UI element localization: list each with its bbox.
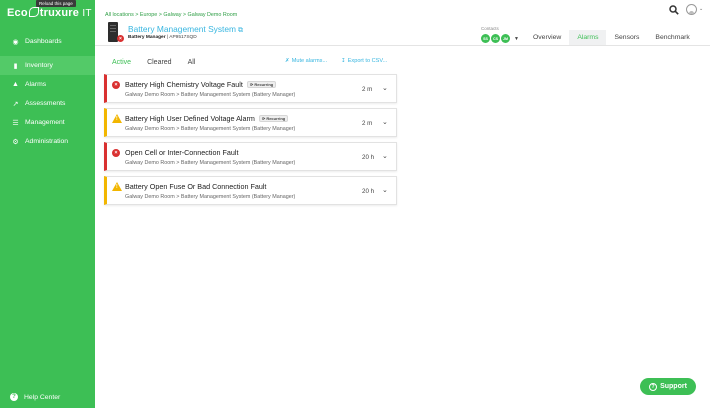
alarm-title: Battery Open Fuse Or Bad Connection Faul…	[125, 182, 267, 191]
sidebar-item-dashboards[interactable]: ◉ Dashboards	[0, 32, 95, 51]
alarm-path: Galway Demo Room > Battery Management Sy…	[125, 92, 296, 98]
search-icon[interactable]	[669, 5, 679, 15]
critical-icon: ×	[112, 81, 120, 89]
export-csv-link[interactable]: ↧ Export to CSV...	[341, 58, 387, 64]
alarm-title: Battery High Chemistry Voltage Fault	[125, 80, 243, 89]
alarm-card[interactable]: × Battery High Chemistry Voltage Fault ⟳ …	[104, 74, 397, 103]
warning-icon: !	[112, 114, 122, 123]
chevron-down-icon[interactable]: ⌄	[382, 186, 388, 194]
inventory-icon: ▮	[13, 62, 18, 70]
sidebar-nav: ◉ Dashboards ▮ Inventory ▲ Alarms ↗ Asse…	[0, 32, 95, 151]
alarm-path: Galway Demo Room > Battery Management Sy…	[125, 194, 296, 200]
question-icon: ?	[10, 393, 18, 401]
tab-active[interactable]: Active	[104, 59, 139, 66]
contacts-dropdown[interactable]: SS CS JM ▼	[481, 34, 519, 43]
reload-tooltip: Reload this page	[36, 0, 76, 7]
tab-alarms[interactable]: Alarms	[569, 30, 607, 45]
sidebar-item-label: Management	[25, 119, 65, 126]
alarm-path: Galway Demo Room > Battery Management Sy…	[125, 160, 296, 166]
logo-swirl-icon	[28, 7, 39, 17]
contact-avatar: CS	[491, 34, 500, 43]
warning-icon: ▲	[12, 81, 19, 88]
sidebar-item-label: Dashboards	[25, 38, 62, 45]
sidebar-item-administration[interactable]: ⚙ Administration	[0, 132, 95, 151]
alarm-path: Galway Demo Room > Battery Management Sy…	[125, 126, 296, 132]
alarm-title: Battery High User Defined Voltage Alarm	[125, 114, 255, 123]
help-center-link[interactable]: ? Help Center	[10, 393, 60, 401]
alarm-time: 2 m	[362, 86, 373, 93]
app-logo[interactable]: Eco truxure IT	[7, 7, 92, 19]
help-center-label: Help Center	[24, 393, 61, 401]
dashboard-icon: ◉	[12, 38, 19, 46]
chevron-down-icon: ▼	[514, 35, 519, 42]
device-tabs: Overview Alarms Sensors Benchmark	[525, 30, 698, 45]
alarm-time: 2 m	[362, 120, 373, 127]
support-button[interactable]: ? Support	[640, 378, 696, 395]
question-icon: ?	[649, 382, 658, 391]
chevron-down-icon[interactable]: ⌄	[382, 118, 388, 126]
tab-all[interactable]: All	[180, 59, 204, 66]
chevron-down-icon[interactable]: ⌄	[382, 152, 388, 160]
list-icon: ☰	[12, 119, 19, 127]
sidebar-item-label: Assessments	[25, 100, 66, 107]
recurring-badge: ⟳ Recurring	[258, 115, 289, 122]
breadcrumb[interactable]: All locations > Europe > Galway > Galway…	[105, 12, 237, 18]
alarm-card[interactable]: ! Battery High User Defined Voltage Alar…	[104, 108, 397, 137]
sidebar-item-assessments[interactable]: ↗ Assessments	[0, 94, 95, 113]
sidebar-item-label: Alarms	[25, 81, 47, 88]
recurring-badge: ⟳ Recurring	[246, 81, 277, 88]
sidebar-item-inventory[interactable]: ▮ Inventory	[0, 56, 95, 75]
alarm-card[interactable]: × Open Cell or Inter-Connection Fault Ga…	[104, 142, 397, 171]
sidebar-item-label: Administration	[25, 138, 69, 145]
contact-avatar: JM	[501, 34, 510, 43]
sidebar-item-label: Inventory	[25, 62, 53, 69]
alarm-filter-tabs: Active Cleared All	[104, 54, 203, 70]
contacts-label: Contacts	[481, 26, 499, 31]
alarm-title: Open Cell or Inter-Connection Fault	[125, 148, 239, 157]
chevron-down-icon[interactable]: ⌄	[699, 6, 703, 12]
device-title-link[interactable]: Battery Management System ⧉	[128, 24, 243, 35]
tab-sensors[interactable]: Sensors	[606, 30, 647, 45]
contact-avatar: SS	[481, 34, 490, 43]
sidebar-item-alarms[interactable]: ▲ Alarms	[0, 75, 95, 94]
download-icon: ↧	[341, 58, 346, 64]
mute-icon: ✗	[285, 58, 290, 64]
warning-icon: !	[112, 182, 122, 191]
tab-benchmark[interactable]: Benchmark	[647, 30, 697, 45]
external-link-icon: ⧉	[238, 27, 243, 34]
gear-icon: ⚙	[12, 138, 19, 146]
alarm-time: 20 h	[362, 188, 375, 195]
header-divider	[95, 45, 710, 46]
alarm-time: 20 h	[362, 154, 375, 161]
user-avatar[interactable]	[686, 4, 697, 15]
sidebar-item-management[interactable]: ☰ Management	[0, 113, 95, 132]
tab-cleared[interactable]: Cleared	[139, 59, 180, 66]
device-subtitle: Battery Manager | AP9517SQD	[128, 35, 197, 40]
critical-icon: ×	[112, 149, 120, 157]
mute-alarms-link[interactable]: ✗ Mute alarms...	[285, 58, 327, 64]
chevron-down-icon[interactable]: ⌄	[382, 84, 388, 92]
sidebar: Reload this page Eco truxure IT ◉ Dashboa…	[0, 0, 95, 408]
alarm-card[interactable]: ! Battery Open Fuse Or Bad Connection Fa…	[104, 176, 397, 205]
critical-status-icon: ×	[117, 35, 124, 42]
support-label: Support	[660, 383, 687, 390]
chart-icon: ↗	[12, 100, 19, 108]
tab-overview[interactable]: Overview	[525, 30, 569, 45]
